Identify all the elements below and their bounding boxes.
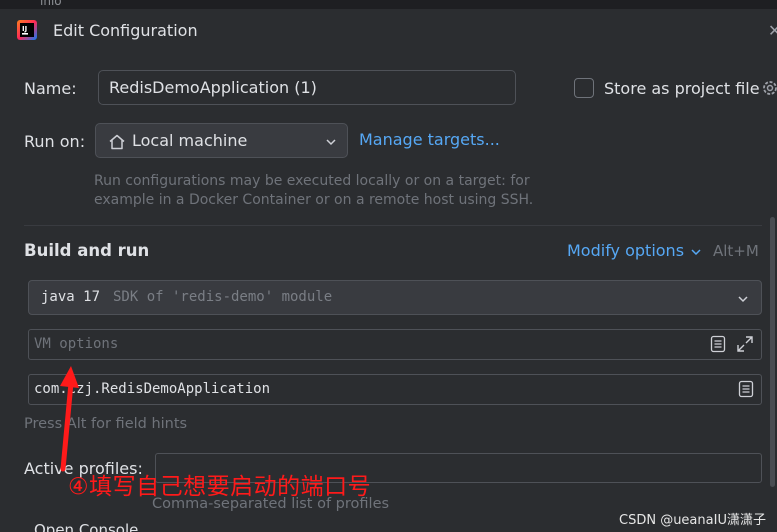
vm-options-input[interactable]: VM options bbox=[28, 329, 762, 360]
build-and-run-title: Build and run bbox=[24, 241, 150, 260]
modify-options-shortcut: Alt+M bbox=[713, 242, 759, 260]
open-console-option[interactable]: Open Console bbox=[34, 521, 138, 532]
chevron-down-icon bbox=[326, 139, 336, 146]
sdk-description: SDK of 'redis-demo' module bbox=[113, 289, 333, 305]
name-label-text: Name: bbox=[24, 79, 77, 98]
background-strip: inio bbox=[0, 0, 777, 9]
document-icon[interactable] bbox=[738, 380, 754, 398]
store-as-project-file-checkbox[interactable] bbox=[574, 78, 594, 98]
intellij-app-icon: IJ bbox=[17, 20, 37, 40]
name-label: Name: bbox=[24, 79, 77, 98]
run-on-hint: Run configurations may be executed local… bbox=[94, 172, 564, 210]
sdk-select[interactable]: java 17 SDK of 'redis-demo' module bbox=[28, 280, 762, 315]
field-hints-text: Press Alt for field hints bbox=[24, 416, 188, 432]
run-on-label: Run on: bbox=[24, 132, 86, 151]
watermark: CSDN @ueanaIU潇潇子 bbox=[619, 513, 766, 528]
name-input[interactable]: RedisDemoApplication (1) bbox=[98, 70, 516, 105]
modify-options-link[interactable]: Modify options bbox=[567, 241, 684, 260]
expand-icon[interactable] bbox=[735, 334, 755, 354]
sdk-version: java 17 bbox=[41, 289, 101, 305]
edit-configuration-dialog: IJ Edit Configuration ✕ Name: RedisDemoA… bbox=[0, 9, 777, 532]
main-class-input[interactable]: com.czj.RedisDemoApplication bbox=[28, 374, 762, 405]
chevron-down-icon[interactable] bbox=[690, 246, 702, 258]
document-icon[interactable] bbox=[710, 335, 726, 353]
store-as-project-file-label[interactable]: Store as project file bbox=[604, 79, 760, 98]
home-icon bbox=[109, 134, 125, 150]
gear-icon[interactable] bbox=[760, 78, 777, 98]
vm-options-placeholder: VM options bbox=[34, 336, 119, 352]
annotation-text: ④填写自己想要启动的端口号 bbox=[68, 474, 372, 500]
title-bar[interactable]: IJ Edit Configuration ✕ bbox=[0, 9, 777, 53]
scrollbar[interactable] bbox=[770, 217, 775, 487]
run-on-hint-line-2: example in a Docker Container or on a re… bbox=[94, 192, 534, 208]
chevron-down-icon bbox=[738, 296, 748, 303]
run-on-select[interactable]: Local machine bbox=[95, 123, 348, 158]
run-on-value: Local machine bbox=[132, 131, 248, 150]
main-class-value: com.czj.RedisDemoApplication bbox=[34, 381, 271, 397]
svg-text:IJ: IJ bbox=[22, 25, 27, 33]
manage-targets-link[interactable]: Manage targets... bbox=[359, 130, 500, 149]
background-fragment: inio bbox=[40, 0, 62, 8]
section-divider bbox=[24, 225, 762, 226]
close-icon[interactable]: ✕ bbox=[768, 21, 777, 40]
dialog-title: Edit Configuration bbox=[53, 21, 198, 40]
run-on-hint-line-1: Run configurations may be executed local… bbox=[94, 173, 530, 189]
